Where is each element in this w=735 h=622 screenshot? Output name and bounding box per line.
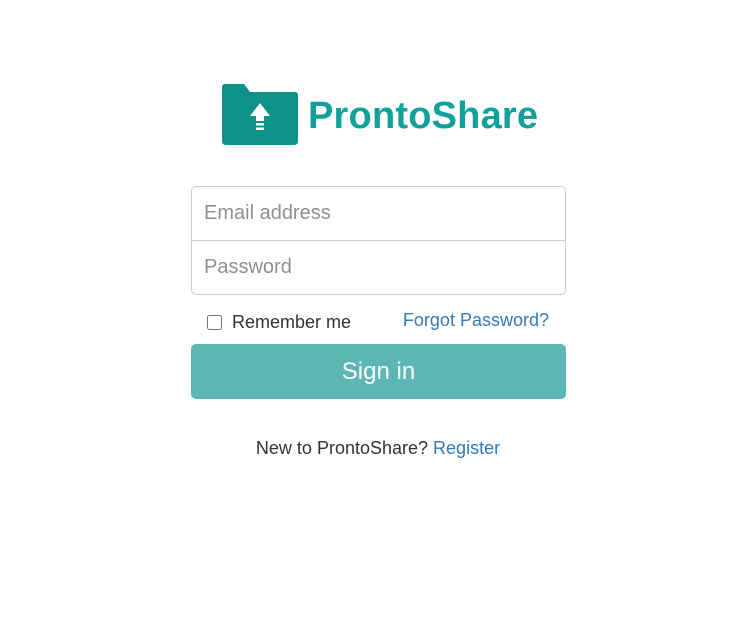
login-form: Remember me Forgot Password? Sign in [191,186,566,399]
brand-name: ProntoShare [308,94,539,137]
email-field[interactable] [191,186,566,241]
folder-upload-icon [222,84,298,145]
remember-me-checkbox[interactable] [207,315,222,330]
login-options: Remember me Forgot Password? [191,295,566,344]
forgot-password-link[interactable]: Forgot Password? [403,310,549,331]
register-prompt-text: New to ProntoShare? [255,438,429,458]
sign-in-button[interactable]: Sign in [191,344,566,399]
password-field[interactable] [191,240,566,295]
remember-me-control[interactable]: Remember me [207,312,351,333]
register-link[interactable]: Register [433,438,500,458]
brand-logo: ProntoShare [222,84,538,145]
login-page: ProntoShare Remember me Forgot Password?… [0,0,735,622]
remember-me-label: Remember me [232,312,352,332]
register-prompt: New to ProntoShare? Register [0,438,735,459]
